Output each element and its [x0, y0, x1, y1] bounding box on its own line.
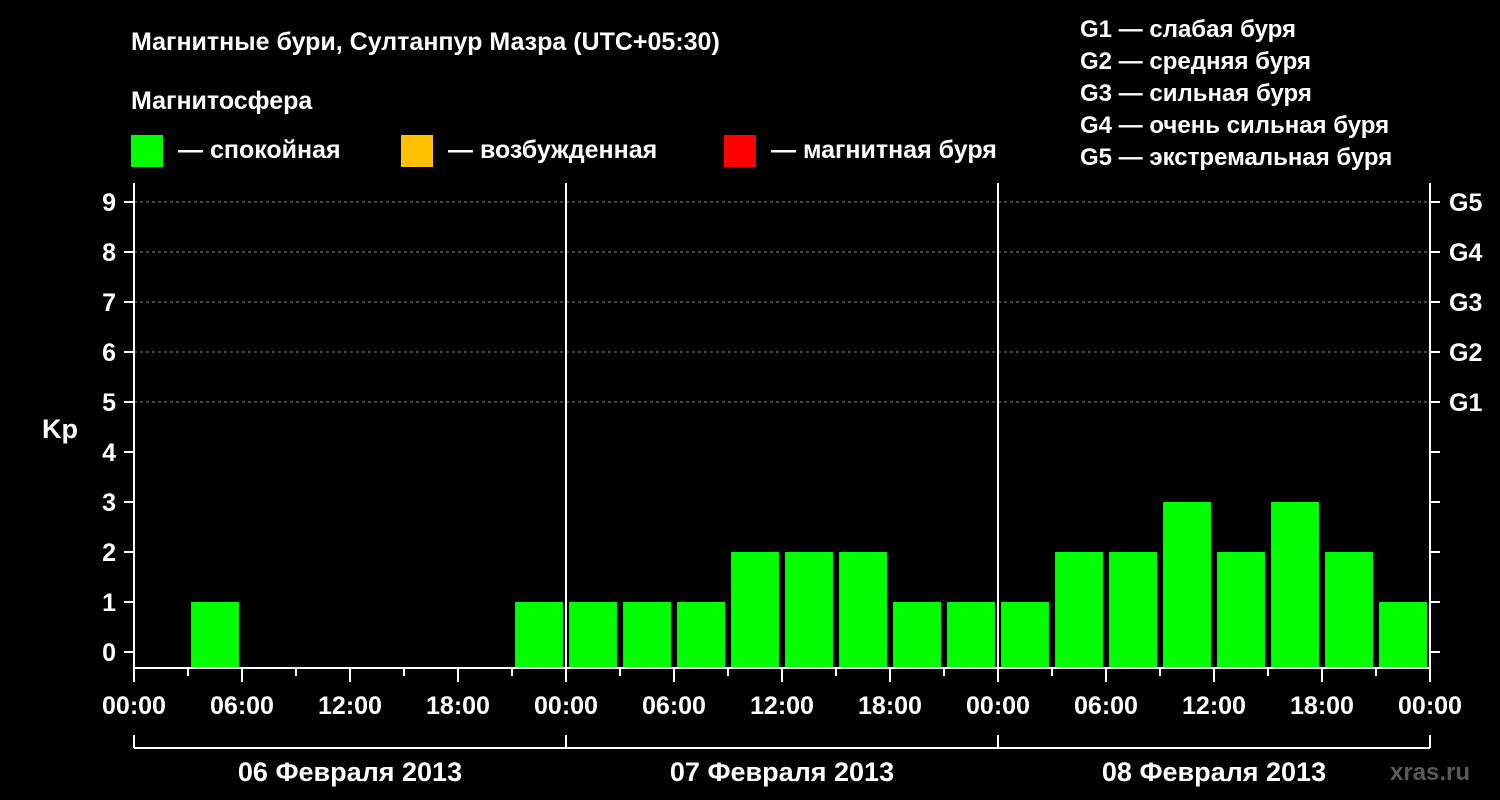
y-tick-label: 4	[102, 439, 116, 467]
y-tick-label: 7	[102, 289, 116, 317]
g-scale-legend: G1 — слабая буря G2 — средняя буря G3 — …	[1080, 16, 1392, 171]
legend: — спокойная — возбужденная — магнитная б…	[131, 135, 997, 167]
y-tick-label: 1	[102, 589, 116, 617]
kp-bar	[1379, 602, 1427, 668]
y-tick-label: 9	[102, 189, 116, 217]
day-label: 06 Февраля 2013	[238, 757, 462, 787]
kp-chart: Магнитные бури, Султанпур Мазра (UTC+05:…	[42, 16, 1482, 787]
legend-label-storm: — магнитная буря	[771, 136, 997, 164]
kp-bar	[1271, 502, 1319, 668]
day-label: 07 Февраля 2013	[670, 757, 894, 787]
x-tick-label: 00:00	[534, 692, 598, 720]
legend-heading: Магнитосфера	[131, 87, 313, 115]
y-tick-label: 3	[102, 489, 116, 517]
x-tick-label: 06:00	[1074, 692, 1138, 720]
day-label: 08 Февраля 2013	[1102, 757, 1326, 787]
g-scale-g4: G4 — очень сильная буря	[1080, 112, 1389, 139]
kp-bar	[569, 602, 617, 668]
y-axis-label: Kp	[42, 414, 78, 444]
kp-bar	[785, 552, 833, 668]
kp-bar	[839, 552, 887, 668]
x-tick-label: 18:00	[858, 692, 922, 720]
x-tick-label: 12:00	[318, 692, 382, 720]
legend-swatch-storm	[724, 135, 756, 167]
x-tick-label: 06:00	[210, 692, 274, 720]
bars-layer	[191, 502, 1427, 668]
kp-bar	[1109, 552, 1157, 668]
axes-layer: 0 1 2 3 4 5 6 7 8 9 G1 G2 G3 G4 G5 00:00 06:00 12:00 18:00…	[102, 183, 1482, 787]
kp-bar	[1217, 552, 1265, 668]
legend-label-calm: — спокойная	[178, 136, 341, 164]
legend-swatch-excited	[401, 135, 433, 167]
kp-bar	[677, 602, 725, 668]
legend-label-excited: — возбужденная	[448, 136, 657, 164]
kp-bar	[731, 552, 779, 668]
kp-bar	[515, 602, 563, 668]
g-level-label: G4	[1449, 239, 1482, 267]
g-level-label: G1	[1449, 389, 1482, 417]
g-level-label: G3	[1449, 289, 1482, 317]
y-tick-label: 5	[102, 389, 116, 417]
g-scale-g2: G2 — средняя буря	[1080, 48, 1311, 75]
g-scale-g5: G5 — экстремальная буря	[1080, 144, 1392, 171]
x-tick-label: 12:00	[750, 692, 814, 720]
kp-bar	[893, 602, 941, 668]
x-tick-label: 18:00	[426, 692, 490, 720]
g-scale-g1: G1 — слабая буря	[1080, 16, 1296, 43]
y-tick-label: 0	[102, 639, 116, 667]
legend-swatch-calm	[131, 135, 163, 167]
x-tick-label: 06:00	[642, 692, 706, 720]
g-level-label: G2	[1449, 339, 1482, 367]
g-scale-g3: G3 — сильная буря	[1080, 80, 1312, 107]
kp-bar	[623, 602, 671, 668]
kp-bar	[1001, 602, 1049, 668]
x-tick-label: 00:00	[966, 692, 1030, 720]
g-level-label: G5	[1449, 189, 1482, 217]
x-tick-label: 00:00	[1398, 692, 1462, 720]
y-tick-label: 6	[102, 339, 116, 367]
kp-bar	[1325, 552, 1373, 668]
kp-bar	[191, 602, 239, 668]
y-tick-label: 2	[102, 539, 116, 567]
kp-bar	[947, 602, 995, 668]
x-tick-label: 00:00	[102, 692, 166, 720]
x-tick-label: 12:00	[1182, 692, 1246, 720]
kp-bar	[1163, 502, 1211, 668]
y-tick-label: 8	[102, 239, 116, 267]
chart-title: Магнитные бури, Султанпур Мазра (UTC+05:…	[131, 28, 720, 56]
kp-bar	[1055, 552, 1103, 668]
watermark: xras.ru	[1390, 759, 1470, 786]
x-tick-label: 18:00	[1290, 692, 1354, 720]
